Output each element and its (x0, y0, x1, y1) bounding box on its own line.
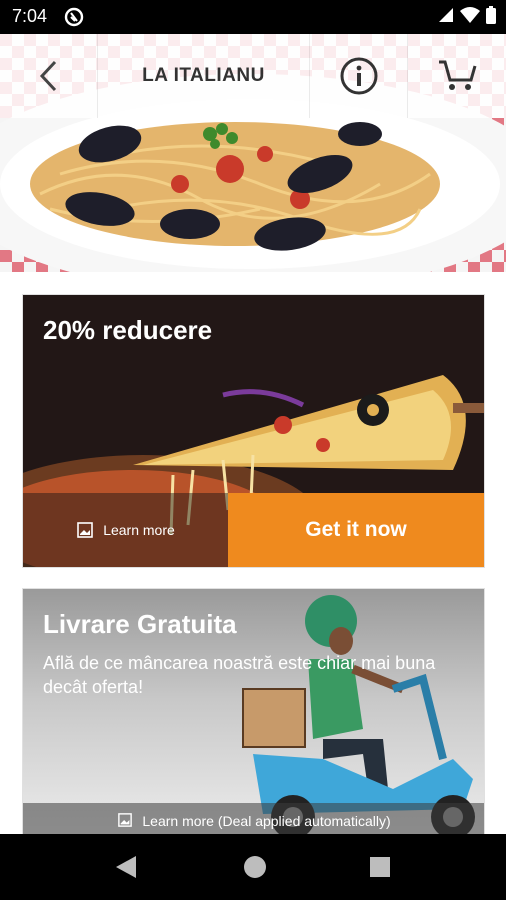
offer-card-free-delivery[interactable]: Livrare Gratuita Află de ce mâncarea noa… (22, 588, 485, 836)
back-button[interactable] (0, 34, 98, 118)
offer-title: 20% reducere (43, 315, 213, 345)
learn-more-label: Learn more (Deal applied automatically) (142, 813, 391, 829)
offer-title: Livrare Gratuita (43, 609, 237, 639)
status-bar: 7:04 (0, 0, 506, 34)
get-it-now-button[interactable]: Get it now (228, 493, 484, 567)
system-navigation-bar (0, 834, 506, 900)
learn-more-label: Learn more (103, 522, 175, 538)
learn-more-link[interactable]: Learn more (Deal applied automatically) (23, 803, 484, 835)
status-time: 7:04 (12, 6, 48, 26)
restaurant-title: LA ITALIANU (142, 65, 265, 86)
notification-app-icon (64, 7, 84, 32)
nav-home-icon[interactable] (243, 854, 267, 880)
cart-icon (439, 60, 477, 90)
info-button[interactable] (310, 34, 408, 118)
app-header: LA ITALIANU (0, 34, 506, 118)
cart-button[interactable] (408, 34, 506, 118)
image-icon (118, 813, 133, 827)
learn-more-link[interactable]: Learn more (23, 493, 229, 567)
info-icon (340, 57, 377, 95)
nav-back-icon[interactable] (114, 854, 138, 880)
signal-icon (439, 8, 453, 22)
status-icons (438, 6, 496, 24)
offer-card-discount[interactable]: 20% reducere Learn more Get it now (22, 294, 485, 568)
wifi-icon (460, 7, 480, 23)
header-title-container: LA ITALIANU (98, 34, 310, 118)
offer-description: Află de ce mâncarea noastră este chiar m… (43, 653, 436, 697)
nav-recents-icon[interactable] (368, 854, 392, 880)
back-arrow-icon (39, 60, 56, 92)
battery-icon (486, 6, 496, 24)
image-icon (77, 522, 94, 538)
